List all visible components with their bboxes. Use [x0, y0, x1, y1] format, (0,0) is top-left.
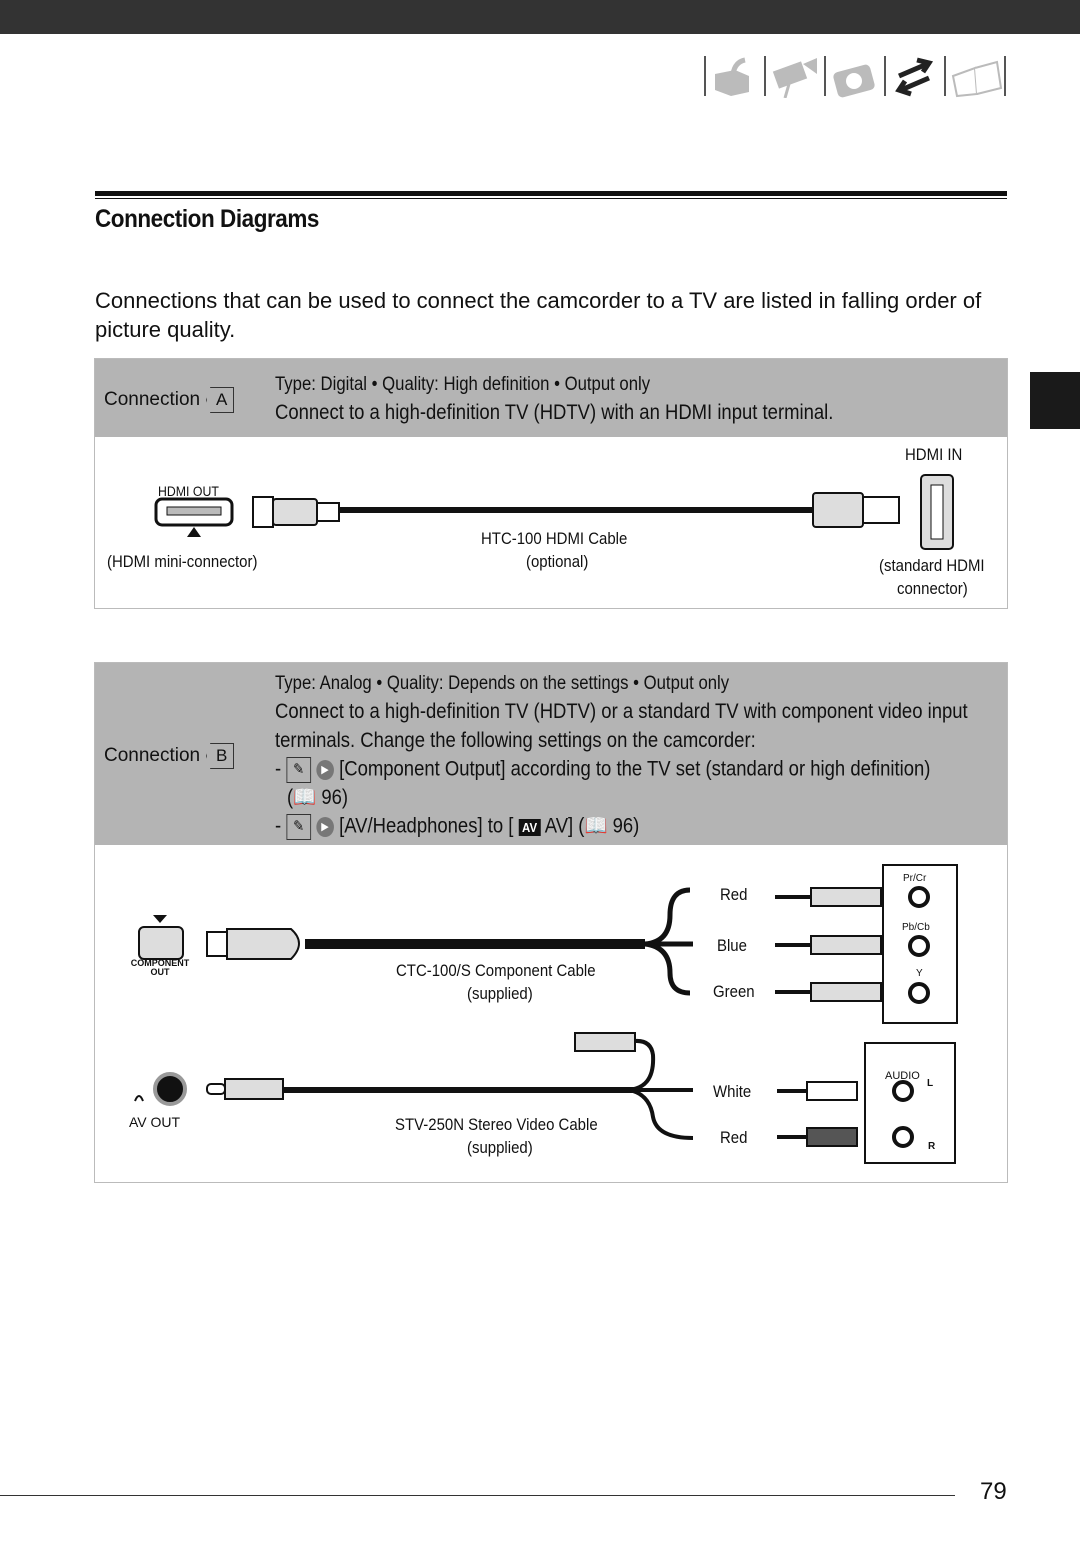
top-bar — [0, 0, 1080, 34]
book-ref-icon: 📖 — [584, 814, 608, 838]
color-red: Red — [720, 885, 748, 904]
color-red-audio: Red — [720, 1128, 748, 1147]
connection-a-label: Connection A — [104, 387, 235, 413]
connection-a-panel: Connection A Type: Digital • Quality: Hig… — [94, 358, 1008, 609]
color-blue: Blue — [717, 936, 747, 955]
book-ref-icon: 📖 — [293, 786, 317, 809]
divider — [95, 198, 1007, 199]
jack-y: Y — [916, 968, 923, 979]
jack-pr: Pr/Cr — [903, 873, 927, 884]
hdmi-standard-plug — [812, 492, 864, 528]
intro-text: Connections that can be used to connect … — [95, 288, 982, 342]
jack-pb: Pb/Cb — [902, 922, 930, 933]
book-icon[interactable] — [951, 60, 1003, 98]
stereo-cable-label: STV-250N Stereo Video Cable — [395, 1115, 598, 1134]
connection-a-type: Type: Digital • Quality: High definition… — [275, 374, 651, 395]
setting-text: AV] ( — [544, 814, 585, 838]
setting-item-1: - ✎ ▶ [Component Output] according to the … — [275, 757, 930, 783]
label-line: OUT — [150, 967, 170, 977]
connection-letter: A — [206, 387, 235, 413]
arrow-right-icon: ▶ — [316, 817, 334, 837]
component-cable-note: (supplied) — [467, 984, 533, 1003]
connection-b-desc: Connect to a high-definition TV (HDTV) o… — [275, 700, 968, 723]
footer-rule — [0, 1495, 955, 1496]
hdmi-cable — [339, 507, 813, 513]
connection-b-desc-2: terminals. Change the following settings… — [275, 729, 756, 752]
hdmi-mini-plug — [252, 496, 274, 528]
setting-item-1-ref: (📖 96) — [287, 786, 349, 809]
component-out-port — [138, 926, 184, 960]
wrench-menu-icon: ✎ — [286, 757, 311, 783]
arrow-right-icon: ▶ — [316, 760, 334, 780]
connection-letter: B — [206, 743, 235, 769]
page-ref: 96) — [612, 814, 640, 838]
stereo-cable-note: (supplied) — [467, 1138, 533, 1157]
page-number: 79 — [980, 1478, 1007, 1505]
av-out-port — [153, 1072, 187, 1106]
color-green: Green — [713, 982, 755, 1001]
component-plug — [206, 931, 228, 957]
divider — [95, 191, 1007, 196]
setting-item-2: - ✎ ▶ [AV/Headphones] to [ AV AV] (📖 96) — [275, 814, 639, 840]
av-out-label: AV OUT — [129, 1114, 181, 1130]
connection-b-label: Connection B — [104, 743, 235, 769]
photo-camera-icon[interactable] — [832, 64, 875, 98]
hdmi-connection-diagram — [154, 474, 954, 550]
component-cable-label: CTC-100/S Component Cable — [396, 961, 596, 980]
video-camera-icon[interactable] — [772, 58, 817, 99]
standard-hdmi-label: (standard HDMI — [879, 556, 985, 575]
section-title: Connection Diagrams — [95, 205, 319, 233]
stereo-cable — [283, 1087, 638, 1093]
audio-label: AUDIO — [885, 1070, 920, 1082]
av-plug — [224, 1078, 284, 1100]
standard-hdmi-label-2: connector) — [897, 579, 968, 598]
connection-b-type: Type: Analog • Quality: Depends on the s… — [275, 673, 730, 694]
label-text: Connection — [104, 745, 201, 767]
chapter-tab — [1030, 372, 1080, 429]
component-cable — [305, 939, 645, 949]
connection-b-panel: Connection B Type: Analog • Quality: Depe… — [94, 662, 1008, 1183]
label-text: Connection — [104, 389, 201, 411]
chapter-nav — [703, 52, 1008, 103]
av-mode-icon: AV — [518, 818, 541, 836]
connection-b-header: Connection B Type: Analog • Quality: Depe… — [95, 663, 1007, 845]
wrench-menu-icon: ✎ — [286, 814, 311, 840]
component-out-label: COMPONENT OUT — [129, 959, 191, 977]
audio-r-label: R — [928, 1141, 936, 1152]
audio-l-label: L — [927, 1078, 934, 1089]
connection-a-desc: Connect to a high-definition TV (HDTV) w… — [275, 401, 834, 424]
headphones-icon — [134, 1095, 144, 1102]
connection-a-header: Connection A Type: Digital • Quality: Hig… — [95, 359, 1007, 437]
color-white: White — [713, 1082, 752, 1101]
open-box-icon[interactable] — [715, 57, 749, 96]
setting-text: [AV/Headphones] to [ — [339, 814, 514, 838]
setting-text: [Component Output] according to the TV s… — [339, 757, 931, 781]
exchange-arrows-icon[interactable] — [895, 57, 934, 97]
page-ref: 96) — [321, 786, 349, 809]
